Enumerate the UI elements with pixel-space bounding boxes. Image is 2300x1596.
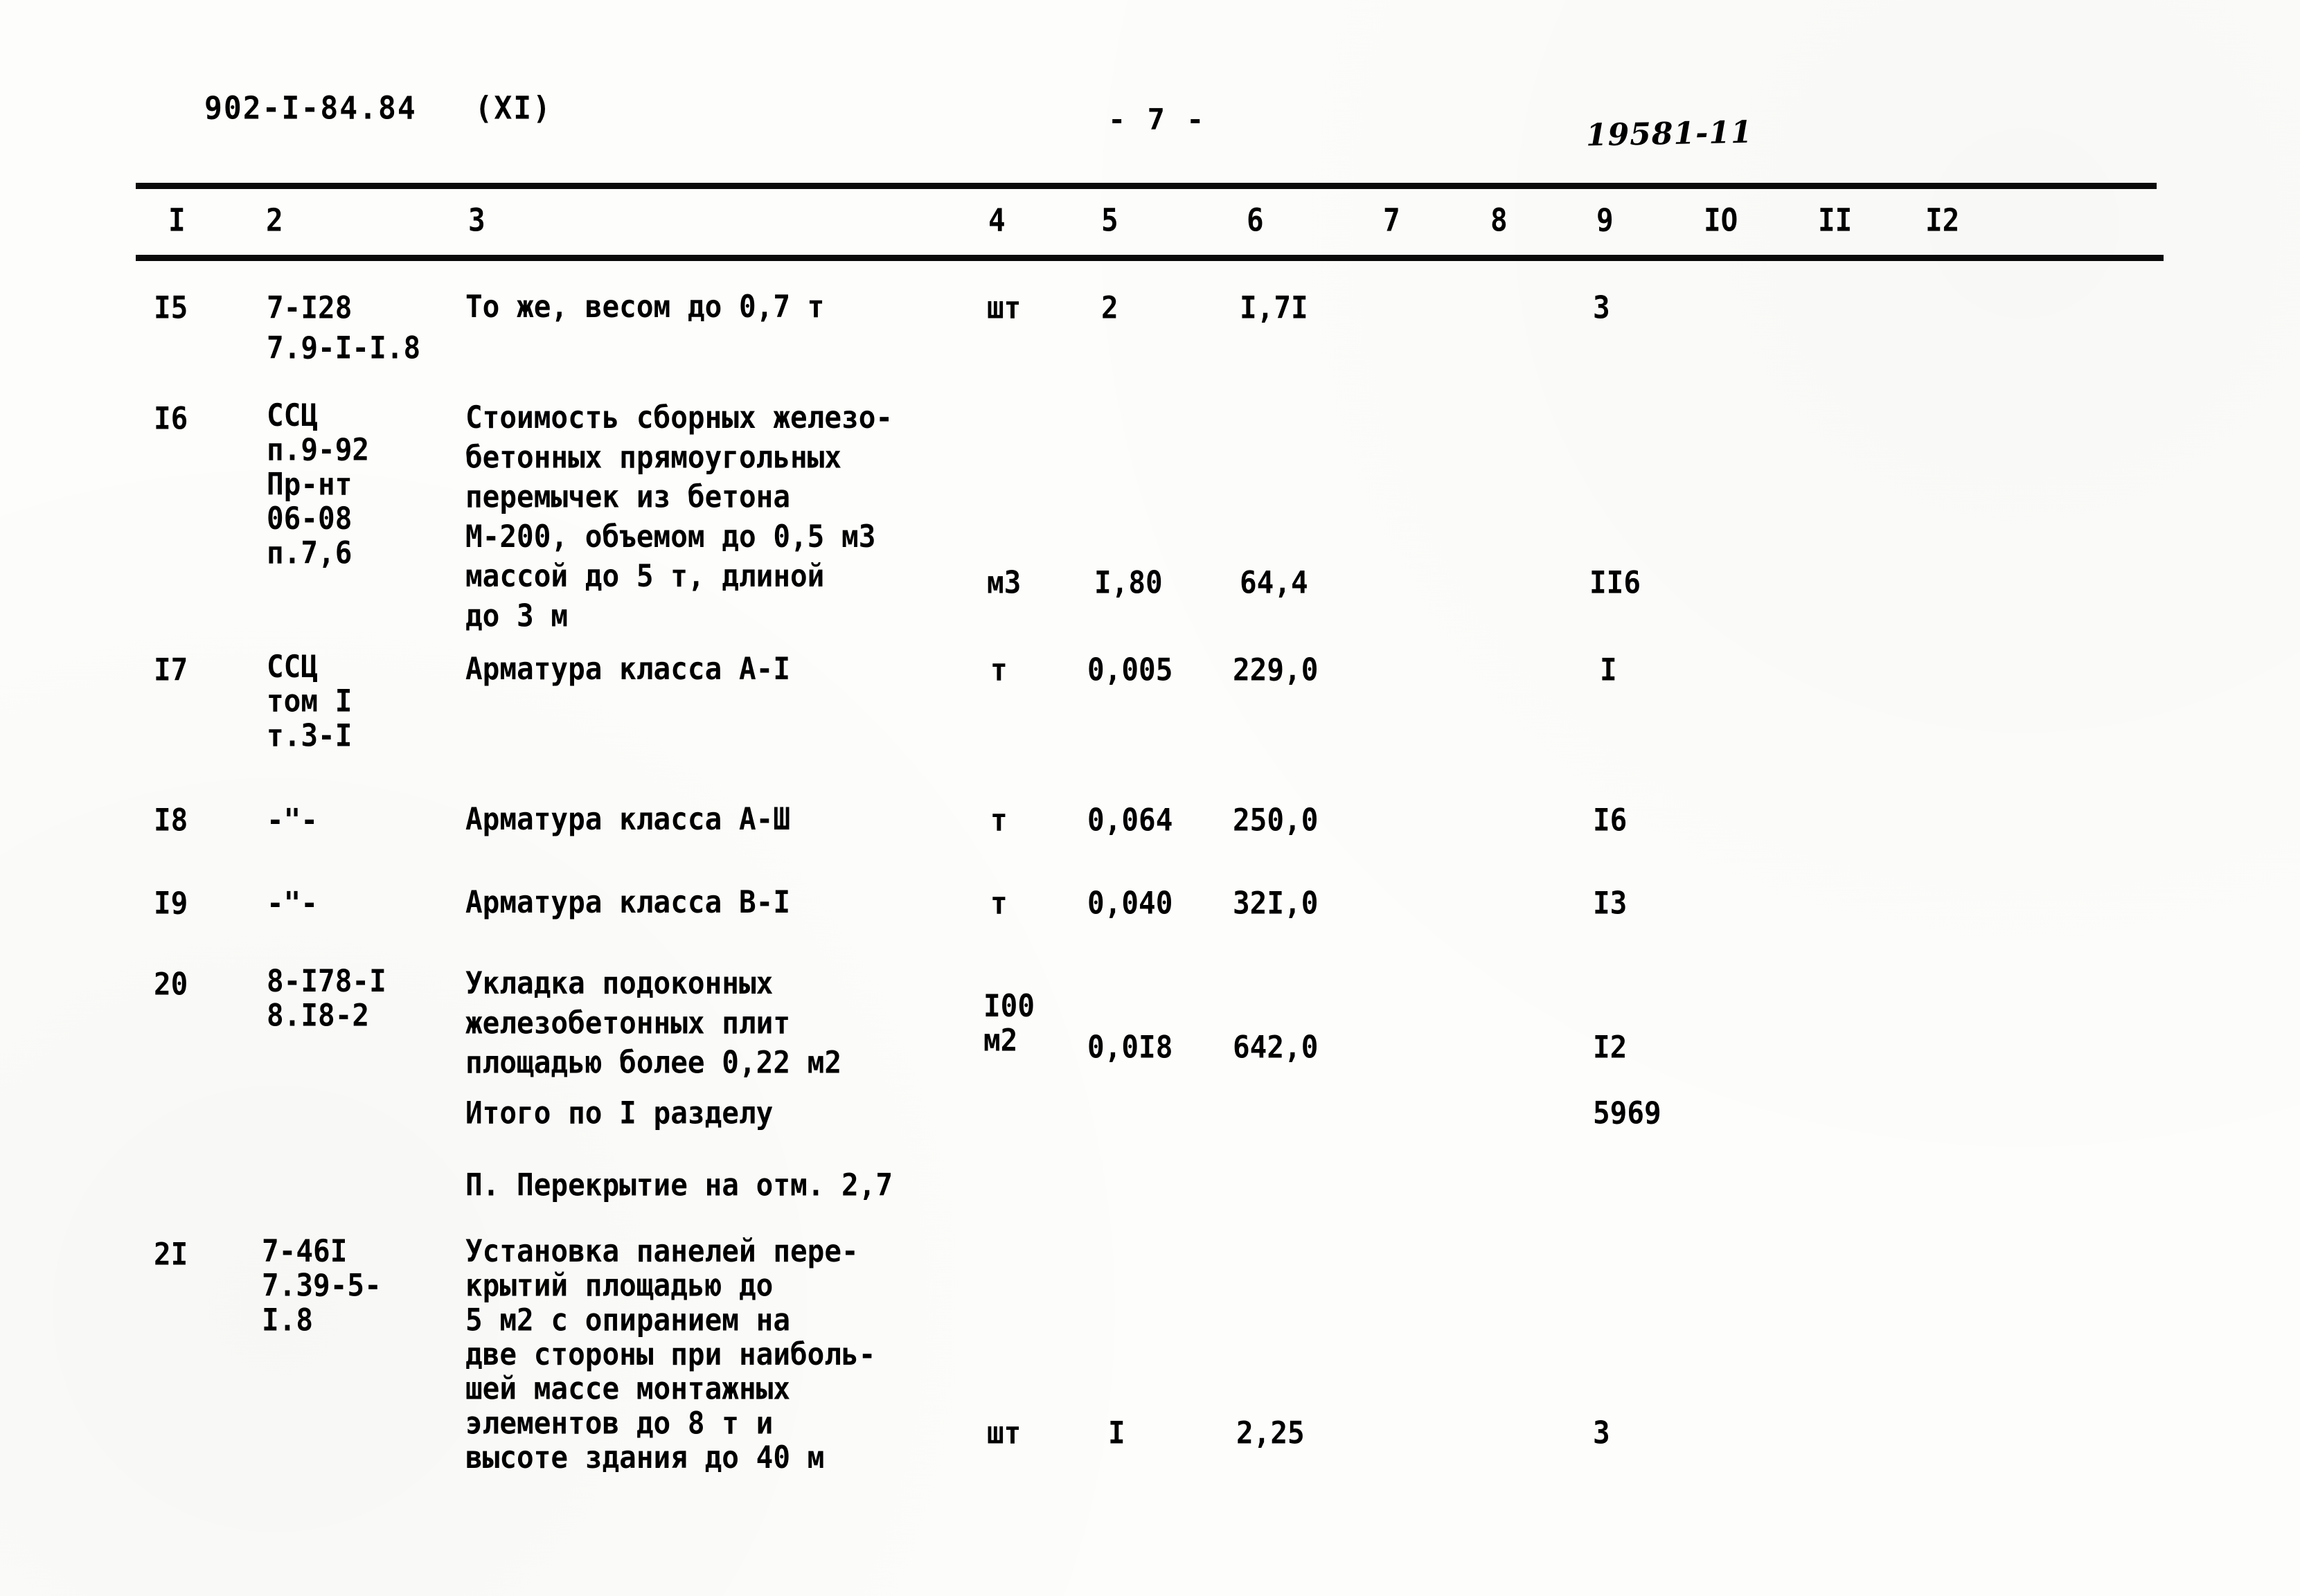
row-total: 3 xyxy=(1593,289,1610,326)
row-number: I7 xyxy=(154,652,188,688)
row-code: 7-46I 7.39-5- I.8 xyxy=(262,1232,382,1338)
row-code: 7-I28 7.9-I-I.8 xyxy=(267,289,421,366)
table-rule-bottom xyxy=(136,255,2164,261)
row-number: I8 xyxy=(154,802,188,839)
row-description: Стоимость сборных железо- бетонных прямо… xyxy=(465,400,893,634)
row-description: Арматура класса А-Ш xyxy=(465,801,790,837)
column-header-12: I2 xyxy=(1925,201,1960,239)
row-price: 229,0 xyxy=(1233,652,1319,688)
row-price: 32I,0 xyxy=(1233,885,1319,922)
column-header-11: II xyxy=(1818,201,1853,239)
row-unit: шт xyxy=(987,289,1022,326)
row-code: ССЦ том I т.3-I xyxy=(267,648,353,754)
column-header-3: 3 xyxy=(468,201,485,239)
row-number: I9 xyxy=(154,885,188,922)
section-heading: П. Перекрытие на отм. 2,7 xyxy=(465,1167,893,1203)
row-quantity: 0,0I8 xyxy=(1087,1029,1173,1066)
row-number: 2I xyxy=(154,1236,188,1273)
row-unit: шт xyxy=(987,1415,1022,1451)
row-total: I3 xyxy=(1593,885,1628,922)
document-page: 902-I-84.84 (XI) - 7 - 19581-11 I 2 3 4 … xyxy=(0,0,2300,1596)
row-quantity: 0,005 xyxy=(1087,652,1173,688)
row-total: I xyxy=(1600,652,1617,688)
column-header-4: 4 xyxy=(988,201,1006,239)
row-number: I6 xyxy=(154,400,188,437)
row-total: I6 xyxy=(1593,802,1628,839)
row-description: Арматура класса В-I xyxy=(465,884,790,920)
subtotal-label: Итого по I разделу xyxy=(465,1095,774,1131)
row-price: I,7I xyxy=(1240,289,1308,326)
row-description: Установка панелей пере- крытий площадью … xyxy=(465,1232,876,1476)
row-number: 20 xyxy=(154,966,188,1003)
row-code: ССЦ п.9-92 Пр-нт 06-08 п.7,6 xyxy=(267,397,370,571)
row-unit: т xyxy=(990,802,1008,839)
row-total: II6 xyxy=(1589,564,1641,601)
row-description: Арматура класса А-I xyxy=(465,651,790,687)
table-rule-top xyxy=(136,183,2157,189)
page-number: - 7 - xyxy=(1108,102,1206,136)
row-number: I5 xyxy=(154,289,188,326)
row-total: I2 xyxy=(1593,1029,1628,1066)
column-header-5: 5 xyxy=(1101,201,1118,239)
document-code: 902-I-84.84 (XI) xyxy=(204,90,552,127)
row-unit: I00 м2 xyxy=(983,987,1035,1059)
row-unit: т xyxy=(990,885,1008,922)
column-header-8: 8 xyxy=(1490,201,1508,239)
column-header-6: 6 xyxy=(1247,201,1264,239)
column-header-9: 9 xyxy=(1596,201,1614,239)
row-quantity: 2 xyxy=(1101,289,1118,326)
row-total: 3 xyxy=(1593,1415,1610,1451)
row-price: 64,4 xyxy=(1240,564,1308,601)
row-quantity: 0,040 xyxy=(1087,885,1173,922)
row-unit: т xyxy=(990,652,1008,688)
row-code: 8-I78-I 8.I8-2 xyxy=(267,962,386,1034)
column-header-10: IO xyxy=(1704,201,1738,239)
row-quantity: I,80 xyxy=(1094,564,1163,601)
column-header-7: 7 xyxy=(1383,201,1400,239)
row-description: То же, весом до 0,7 т xyxy=(465,289,825,325)
row-price: 642,0 xyxy=(1233,1029,1319,1066)
row-quantity: 0,064 xyxy=(1087,802,1173,839)
row-description: Укладка подоконных железобетонных плит п… xyxy=(465,965,842,1081)
row-quantity: I xyxy=(1108,1415,1125,1451)
row-code: -"- xyxy=(267,885,319,922)
row-code: -"- xyxy=(267,802,319,839)
stamp-number: 19581-11 xyxy=(1585,114,1754,154)
column-header-1: I xyxy=(168,201,186,239)
row-price: 250,0 xyxy=(1233,802,1319,839)
row-price: 2,25 xyxy=(1236,1415,1305,1451)
column-header-2: 2 xyxy=(266,201,283,239)
row-unit: м3 xyxy=(987,564,1022,601)
subtotal-value: 5969 xyxy=(1593,1095,1661,1131)
